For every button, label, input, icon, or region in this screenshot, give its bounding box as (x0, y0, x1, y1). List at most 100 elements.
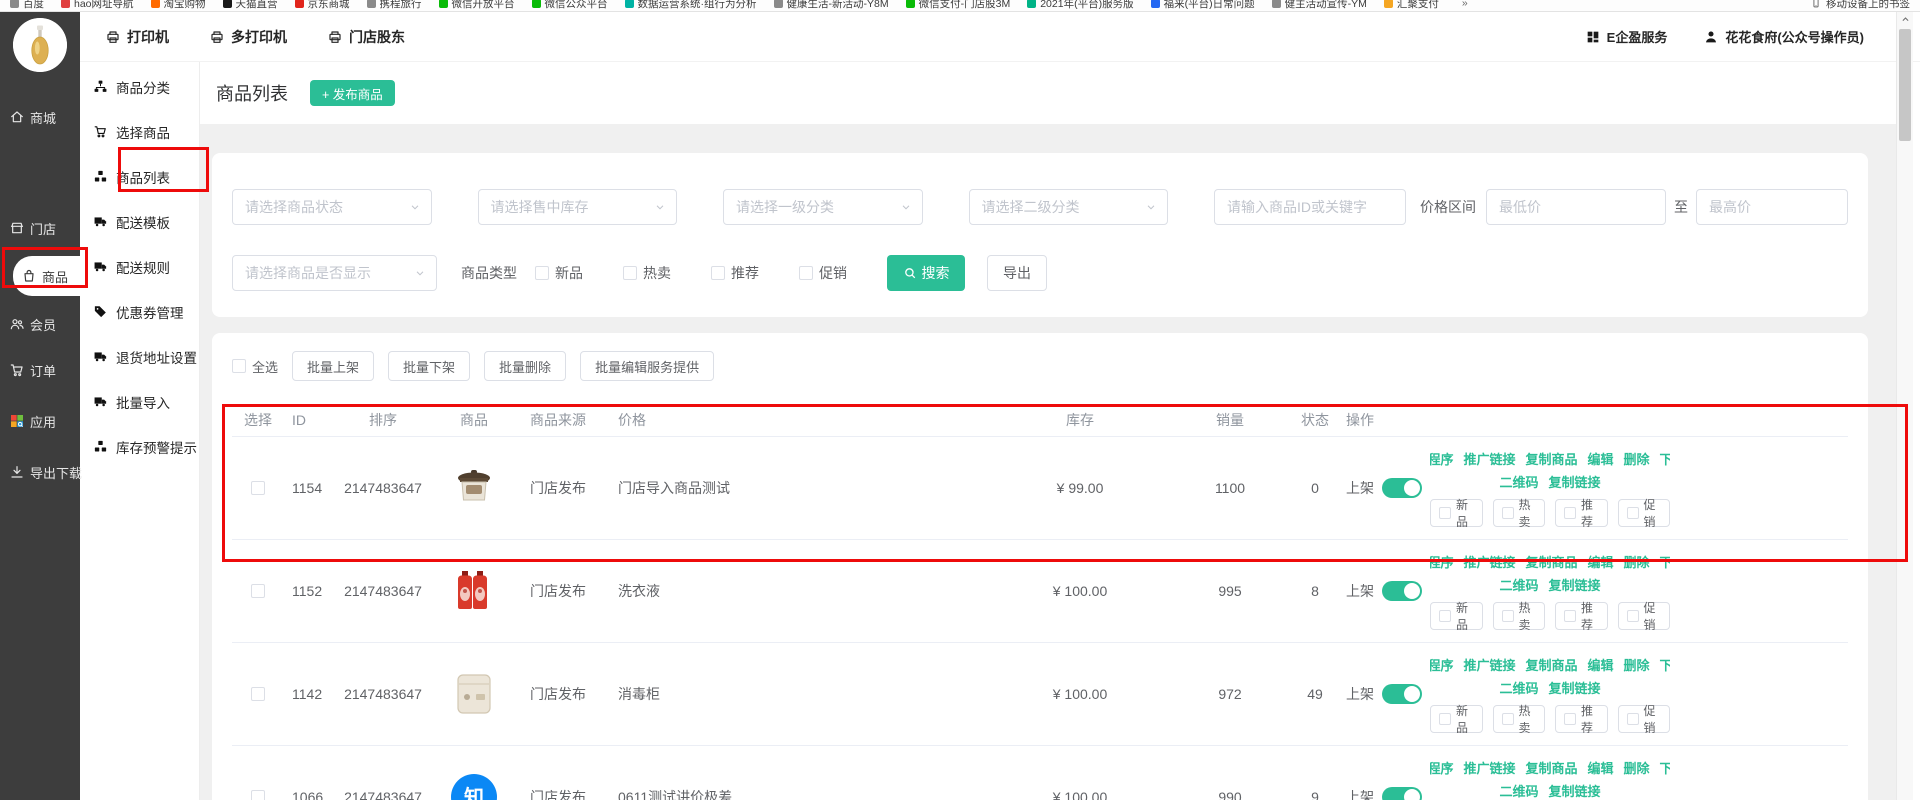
bookmark-item[interactable]: 微信公众平台 (532, 0, 608, 11)
bookmark-item[interactable]: 数据运营系统·组行为分析 (625, 0, 757, 11)
submenu-item-select-goods[interactable]: 选择商品 (80, 109, 199, 154)
action-link-edit[interactable]: 编辑 (1588, 655, 1614, 674)
sidebar-item-mall[interactable]: 商城 (0, 99, 80, 135)
action-link-copy-link[interactable]: 复制链接 (1549, 575, 1601, 594)
sidebar-item-members[interactable]: 会员 (0, 306, 80, 342)
submenu-item-coupon-management[interactable]: 优惠券管理 (80, 289, 199, 334)
type-checkbox-new[interactable]: 新品 (535, 263, 583, 283)
bookmark-item[interactable]: hao网址导航 (61, 0, 134, 11)
action-link-copy-link[interactable]: 复制链接 (1549, 678, 1601, 697)
export-button[interactable]: 导出 (987, 255, 1047, 291)
status-toggle[interactable] (1382, 684, 1422, 704)
action-link-copy-link[interactable]: 复制链接 (1549, 472, 1601, 491)
scrollbar-up-arrow[interactable] (1897, 12, 1913, 27)
checkbox-icon[interactable] (1502, 507, 1514, 519)
bookmark-item[interactable]: 京东商城 (295, 0, 350, 11)
submenu-item-stock-alert[interactable]: 库存预警提示 (80, 424, 199, 469)
checkbox-icon[interactable] (1627, 610, 1639, 622)
select-goods-visible[interactable]: 请选择商品是否显示 (232, 255, 437, 291)
row-checkbox[interactable] (251, 584, 265, 598)
tag-checkbox-recommend[interactable]: 推荐 (1555, 602, 1608, 630)
bookmark-item[interactable]: 携程旅行 (367, 0, 422, 11)
action-link-edit[interactable]: 编辑 (1588, 552, 1614, 571)
select-onsale-stock[interactable]: 请选择售中库存 (478, 189, 678, 225)
action-link-mini-program[interactable]: 小程序 (1430, 758, 1453, 777)
action-link-edit[interactable]: 编辑 (1588, 758, 1614, 777)
tag-checkbox-hot[interactable]: 热卖 (1493, 499, 1546, 527)
tag-checkbox-new[interactable]: 新品 (1430, 499, 1483, 527)
row-checkbox[interactable] (251, 481, 265, 495)
tag-checkbox-promo[interactable]: 促销 (1618, 705, 1671, 733)
sidebar-item-export-download[interactable]: 导出下载 (0, 454, 80, 490)
action-link-copy-link[interactable]: 复制链接 (1549, 781, 1601, 800)
submenu-item-return-address[interactable]: 退货地址设置 (80, 334, 199, 379)
submenu-item-goods-categories[interactable]: 商品分类 (80, 64, 199, 109)
action-link-mini-program[interactable]: 小程序 (1430, 449, 1453, 468)
select-level2-category[interactable]: 请选择二级分类 (969, 189, 1169, 225)
action-link-mini-program[interactable]: 小程序 (1430, 655, 1453, 674)
sidebar-item-apps[interactable]: 应用 (0, 403, 80, 439)
tag-checkbox-promo[interactable]: 促销 (1618, 499, 1671, 527)
action-link-download[interactable]: 下载 (1660, 552, 1670, 571)
tag-checkbox-recommend[interactable]: 推荐 (1555, 705, 1608, 733)
status-toggle[interactable] (1382, 478, 1422, 498)
action-link-mini-program[interactable]: 小程序 (1430, 552, 1453, 571)
other-bookmarks[interactable]: 移动设备上的书签 (1811, 0, 1910, 11)
tag-checkbox-hot[interactable]: 热卖 (1493, 705, 1546, 733)
row-checkbox[interactable] (251, 790, 265, 800)
row-checkbox[interactable] (251, 687, 265, 701)
sidebar-item-orders[interactable]: 订单 (0, 352, 80, 388)
type-checkbox-hot[interactable]: 热卖 (623, 263, 671, 283)
sidebar-item-goods[interactable]: 商品 (13, 256, 80, 296)
tag-checkbox-promo[interactable]: 促销 (1618, 602, 1671, 630)
header-button-printer[interactable]: 打印机 (105, 27, 169, 47)
bookmark-item[interactable]: 健主活动宣传-YM (1272, 0, 1367, 11)
bookmarks-overflow-icon[interactable]: » (1462, 0, 1468, 9)
header-button-store-shareholder[interactable]: 门店股东 (327, 27, 405, 47)
search-button[interactable]: 搜索 (887, 255, 965, 291)
checkbox-icon[interactable] (1564, 507, 1576, 519)
bookmark-item[interactable]: 2021年(平台)服务版 (1027, 0, 1133, 11)
sidebar-item-store[interactable]: 门店 (0, 210, 80, 246)
scrollbar-thumb[interactable] (1899, 29, 1911, 141)
action-link-qrcode[interactable]: 二维码 (1499, 678, 1538, 697)
checkbox-icon[interactable] (1564, 610, 1576, 622)
action-link-promo-link[interactable]: 推广链接 (1463, 758, 1515, 777)
action-link-qrcode[interactable]: 二维码 (1499, 472, 1538, 491)
select-all[interactable]: 全选 (232, 357, 278, 376)
action-link-qrcode[interactable]: 二维码 (1499, 781, 1538, 800)
checkbox-icon[interactable] (1502, 713, 1514, 725)
checkbox-icon[interactable] (1564, 713, 1576, 725)
checkbox-icon[interactable] (1627, 713, 1639, 725)
action-link-promo-link[interactable]: 推广链接 (1463, 449, 1515, 468)
max-price-input[interactable] (1696, 189, 1848, 225)
action-link-copy-goods[interactable]: 复制商品 (1525, 655, 1577, 674)
action-link-qrcode[interactable]: 二维码 (1499, 575, 1538, 594)
checkbox-icon[interactable] (1627, 507, 1639, 519)
action-link-delete[interactable]: 删除 (1624, 655, 1650, 674)
keyword-input[interactable] (1214, 189, 1406, 225)
header-button-multi-printer[interactable]: 多打印机 (209, 27, 287, 47)
type-checkbox-promo[interactable]: 促销 (799, 263, 847, 283)
select-level1-category[interactable]: 请选择一级分类 (723, 189, 923, 225)
select-goods-status[interactable]: 请选择商品状态 (232, 189, 432, 225)
action-link-copy-goods[interactable]: 复制商品 (1525, 552, 1577, 571)
submenu-item-delivery-template[interactable]: 配送模板 (80, 199, 199, 244)
action-link-copy-goods[interactable]: 复制商品 (1525, 449, 1577, 468)
service-entry[interactable]: E企盈服务 (1585, 27, 1668, 46)
submenu-item-goods-list[interactable]: 商品列表 (80, 154, 199, 199)
action-link-delete[interactable]: 删除 (1624, 449, 1650, 468)
action-link-promo-link[interactable]: 推广链接 (1463, 655, 1515, 674)
select-all-checkbox[interactable] (232, 359, 246, 373)
store-logo[interactable] (13, 18, 67, 72)
bookmark-item[interactable]: 汇聚支付 (1384, 0, 1439, 11)
action-link-copy-goods[interactable]: 复制商品 (1525, 758, 1577, 777)
checkbox-icon[interactable] (535, 266, 549, 280)
scrollbar[interactable] (1896, 12, 1913, 800)
tag-checkbox-new[interactable]: 新品 (1430, 602, 1483, 630)
action-link-download[interactable]: 下载 (1660, 449, 1670, 468)
bookmark-item[interactable]: 微信支付-门店股3M (906, 0, 1011, 11)
bookmark-item[interactable]: 淘宝购物 (151, 0, 206, 11)
bookmark-item[interactable]: 微信开放平台 (439, 0, 515, 11)
action-link-edit[interactable]: 编辑 (1588, 449, 1614, 468)
